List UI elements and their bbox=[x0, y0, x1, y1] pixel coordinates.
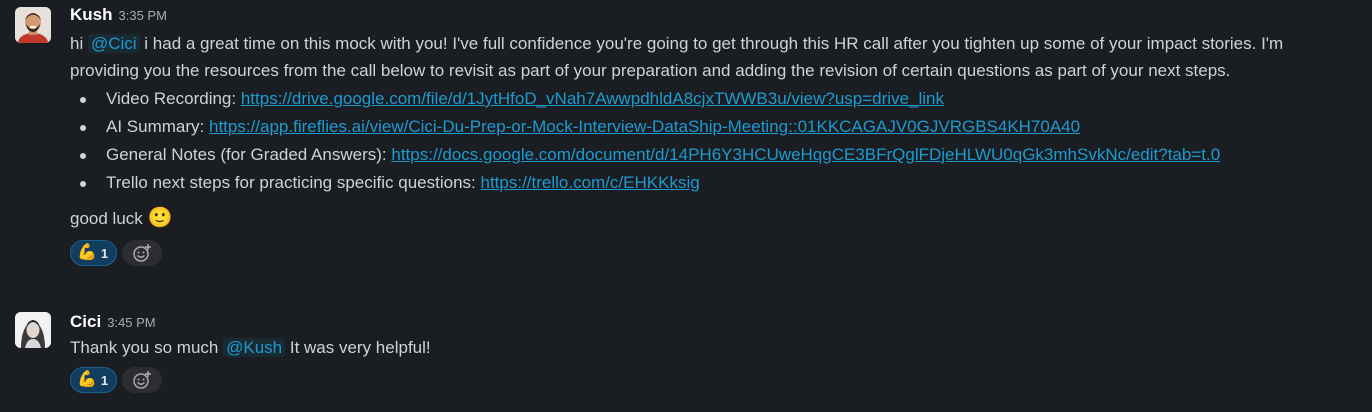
ai-summary-link[interactable]: https://app.fireflies.ai/view/Cici-Du-Pr… bbox=[209, 117, 1080, 136]
message-text: hi @Cici i had a great time on this mock… bbox=[70, 30, 1352, 84]
reaction-bar: 💪 1 bbox=[70, 240, 1352, 266]
timestamp[interactable]: 3:45 PM bbox=[107, 315, 155, 330]
bullet-icon bbox=[80, 97, 86, 103]
list-item: Trello next steps for practicing specifi… bbox=[70, 169, 1352, 197]
message-header: Kush 3:35 PM bbox=[70, 4, 1352, 26]
timestamp[interactable]: 3:35 PM bbox=[119, 8, 167, 23]
list-item: AI Summary: https://app.fireflies.ai/vie… bbox=[70, 113, 1352, 141]
list-item-label: AI Summary: bbox=[106, 117, 205, 136]
text-body: i had a great time on this mock with you… bbox=[70, 34, 1284, 80]
text-prefix: hi bbox=[70, 34, 84, 53]
bullet-icon bbox=[80, 125, 86, 131]
reaction-pill[interactable]: 💪 1 bbox=[70, 367, 118, 393]
bullet-icon bbox=[80, 153, 86, 159]
message-header: Cici 3:45 PM bbox=[70, 311, 1352, 333]
closing-text: good luck 🙂 bbox=[70, 205, 1352, 232]
avatar[interactable] bbox=[15, 7, 51, 43]
avatar[interactable] bbox=[15, 312, 51, 348]
add-emoji-icon bbox=[133, 371, 152, 389]
flexed-biceps-emoji-icon: 💪 bbox=[77, 371, 97, 388]
list-item: Video Recording: https://drive.google.co… bbox=[70, 85, 1352, 113]
list-item-label: Trello next steps for practicing specifi… bbox=[106, 173, 476, 192]
trello-link[interactable]: https://trello.com/c/EHKKksig bbox=[481, 173, 700, 192]
list-item-label: Video Recording: bbox=[106, 89, 237, 108]
reaction-bar: 💪 1 bbox=[70, 367, 1352, 393]
general-notes-link[interactable]: https://docs.google.com/document/d/14PH6… bbox=[391, 145, 1220, 164]
add-reaction-button[interactable] bbox=[122, 367, 163, 393]
reaction-pill[interactable]: 💪 1 bbox=[70, 240, 118, 266]
bullet-icon bbox=[80, 181, 86, 187]
text-prefix: Thank you so much bbox=[70, 338, 219, 357]
user-photo-icon bbox=[15, 7, 51, 43]
list-item: General Notes (for Graded Answers): http… bbox=[70, 141, 1352, 169]
resource-list: Video Recording: https://drive.google.co… bbox=[70, 85, 1352, 197]
text-suffix: It was very helpful! bbox=[289, 338, 431, 357]
smile-emoji-icon: 🙂 bbox=[147, 207, 173, 229]
add-reaction-button[interactable] bbox=[122, 240, 163, 266]
reaction-count: 1 bbox=[100, 245, 109, 261]
user-mention[interactable]: @Kush bbox=[223, 338, 286, 357]
closing-label: good luck bbox=[70, 209, 143, 228]
message-text: Thank you so much @Kush It was very help… bbox=[70, 334, 1352, 361]
list-item-label: General Notes (for Graded Answers): bbox=[106, 145, 387, 164]
reaction-count: 1 bbox=[100, 372, 109, 388]
author-name[interactable]: Cici bbox=[70, 312, 101, 331]
author-name[interactable]: Kush bbox=[70, 5, 113, 24]
user-mention[interactable]: @Cici bbox=[87, 34, 140, 53]
video-recording-link[interactable]: https://drive.google.com/file/d/1JytHfoD… bbox=[241, 89, 944, 108]
user-photo-icon bbox=[15, 312, 51, 348]
flexed-biceps-emoji-icon: 💪 bbox=[77, 244, 97, 261]
add-emoji-icon bbox=[133, 244, 152, 262]
